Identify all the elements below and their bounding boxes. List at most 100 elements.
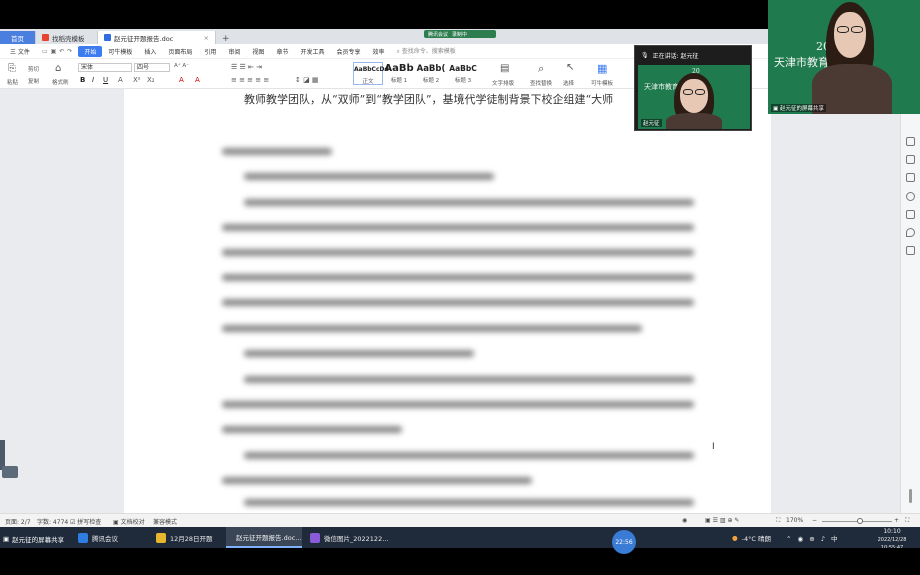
view-mode-icons[interactable]: ▣ ☰ ▥ ⊕ ✎ xyxy=(705,517,739,524)
location-icon[interactable] xyxy=(906,228,915,237)
grow-font-icon[interactable]: A⁺ A⁻ xyxy=(174,63,189,69)
copy-button[interactable]: 复制 xyxy=(28,77,39,85)
proofread-button[interactable]: ▣ 文档校对 xyxy=(113,517,145,526)
save-icon[interactable]: ▭ xyxy=(42,48,48,55)
menu-tab-home[interactable]: 开始 xyxy=(78,45,103,57)
taskbar-item-image[interactable]: 微信图片_2022122... xyxy=(304,527,394,548)
word-count[interactable]: 字数: 4774 xyxy=(37,517,68,526)
blurred-line xyxy=(244,374,891,385)
status-bar: 页面: 2/7 字数: 4774 ☑ 拼写检查 ▣ 文档校对 兼容模式 ◉ ▣ … xyxy=(0,513,920,527)
meeting-status-pill[interactable]: 腾讯会议 录制中 xyxy=(424,30,496,38)
find-replace-button[interactable]: 查找替换 xyxy=(530,79,552,87)
underline-button[interactable]: U xyxy=(103,76,108,84)
spellcheck-toggle[interactable]: ☑ 拼写检查 xyxy=(70,517,101,526)
paste-button[interactable]: 粘贴 xyxy=(7,78,18,86)
meeting-timer-badge[interactable]: 22:56 xyxy=(612,530,636,554)
menu-tab-efficiency[interactable]: 效率 xyxy=(366,47,390,56)
zoom-slider-thumb[interactable] xyxy=(857,518,863,524)
menu-tab-section[interactable]: 章节 xyxy=(270,47,294,56)
system-tray[interactable]: ⌃ ◉ ⊕ ♪ 中 xyxy=(780,527,845,548)
eye-protect-icon[interactable]: ◉ xyxy=(682,517,687,524)
person-face xyxy=(680,79,708,113)
menu-tab-member[interactable]: 会员专享 xyxy=(330,47,366,56)
zoom-out-icon[interactable]: − xyxy=(812,517,817,524)
zoom-in-icon[interactable]: + xyxy=(894,517,899,524)
template-icon[interactable]: ▦ xyxy=(597,62,607,75)
print-icon[interactable]: ▣ xyxy=(51,48,57,55)
weather-text: -4°C 晴朗 xyxy=(741,534,772,543)
help-icon[interactable] xyxy=(906,192,915,201)
font-name-value: 宋体 xyxy=(81,64,94,71)
tab-template-label: 找稻壳模板 xyxy=(52,34,85,43)
style-heading-1[interactable]: AaBb 标题 1 xyxy=(384,62,414,85)
line-spacing-icon[interactable]: ↕ ◪ ▦ xyxy=(295,76,319,84)
taskbar-item-folder[interactable]: 12月28日开题 xyxy=(150,527,219,548)
fit-page-icon[interactable]: ⛶ xyxy=(776,517,780,525)
text-layout-icon[interactable]: ▤ xyxy=(500,63,509,74)
italic-button[interactable]: I xyxy=(92,76,94,84)
font-name-select[interactable]: 宋体 xyxy=(78,63,132,72)
align-icons[interactable]: ≡ ≡ ≡ ≡ ≡ xyxy=(231,76,269,84)
menu-tab-review[interactable]: 审阅 xyxy=(222,47,246,56)
format-painter-button[interactable]: 格式刷 xyxy=(52,78,69,86)
page-count[interactable]: 页面: 2/7 xyxy=(5,517,31,526)
redo-icon[interactable]: ↷ xyxy=(67,48,72,55)
weather-sun-icon: ● xyxy=(732,533,738,542)
tab-template[interactable]: 找稻壳模板 xyxy=(36,31,98,44)
meeting-app-icon xyxy=(78,532,88,543)
zoom-level[interactable]: 170% xyxy=(786,517,803,524)
fullscreen-icon[interactable]: ⛶ xyxy=(905,517,909,525)
format-painter-icon[interactable]: ⌂ xyxy=(55,63,61,74)
style-heading-1-preview: AaBb xyxy=(384,63,414,74)
tab-home[interactable]: 首页 xyxy=(0,31,36,44)
menu-tab-references[interactable]: 引用 xyxy=(198,47,222,56)
document-canvas: 教师教学团队，从“双师”到“教学团队”，基境代学徒制背景下校企组建“大师 I xyxy=(0,89,920,513)
screen-share-status[interactable]: ▣ 赵元征的屏幕共享 xyxy=(0,533,78,545)
menu-tab-insert[interactable]: 插入 xyxy=(138,47,162,56)
close-tab-icon[interactable]: × xyxy=(204,34,209,42)
style-normal-label: 正文 xyxy=(362,79,374,85)
style-heading-2[interactable]: AaBb(标题 2 xyxy=(416,62,446,85)
paste-icon[interactable]: ⎘ xyxy=(8,63,16,74)
document-page[interactable]: 教师教学团队，从“双师”到“教学团队”，基境代学徒制背景下校企组建“大师 I xyxy=(124,89,771,513)
vertical-scrollbar[interactable] xyxy=(909,489,912,503)
highlight-icon[interactable]: A xyxy=(179,76,184,84)
meeting-app-label: 腾讯会议 xyxy=(428,31,449,38)
subscript-button[interactable]: X₂ xyxy=(147,76,155,84)
presenter-video[interactable]: 20 天津市教育规划课题 开 ▣ 赵元征的屏幕共享 xyxy=(768,0,920,114)
menu-tab-view[interactable]: 视图 xyxy=(246,47,270,56)
superscript-button[interactable]: X² xyxy=(133,76,141,84)
pen-icon[interactable] xyxy=(906,137,915,146)
keniu-template-button[interactable]: 可牛模板 xyxy=(591,79,613,87)
text-color-icon[interactable]: A xyxy=(195,76,200,84)
bullet-list-icon[interactable]: ☰ ☰ ⇤ ⇥ xyxy=(231,63,262,71)
font-size-select[interactable]: 四号 xyxy=(134,63,170,72)
command-search[interactable]: ⌕ 查找命令、搜索模板 xyxy=(391,46,462,56)
text-layout-button[interactable]: 文字排版 xyxy=(492,79,514,87)
select-button[interactable]: 选择 xyxy=(563,79,574,87)
menu-tab-developer[interactable]: 开发工具 xyxy=(294,47,330,56)
bookmark-icon[interactable] xyxy=(906,246,915,255)
speaker-video-panel[interactable]: 🎙 正在讲话: 赵元征 20 天津市教育规划课题 赵元征 xyxy=(634,45,752,131)
taskbar-item-meeting[interactable]: 腾讯会议 xyxy=(72,527,124,548)
share-icon[interactable] xyxy=(906,210,915,219)
style-normal[interactable]: AaBbCcDd 正文 xyxy=(353,62,389,85)
font-color-button[interactable]: A xyxy=(118,76,123,84)
add-tab-icon[interactable]: + xyxy=(216,34,236,44)
taskbar-item-wps-doc[interactable]: 赵元征开题报告.doc... xyxy=(226,527,302,548)
menu-tab-keniu-template[interactable]: 可牛模板 xyxy=(102,47,138,56)
select-icon[interactable]: ↖ xyxy=(566,62,574,73)
find-replace-icon[interactable]: ⌕ xyxy=(538,62,544,76)
left-panel-expand-button[interactable] xyxy=(2,466,18,478)
style-heading-3[interactable]: AaBbC 标题 3 xyxy=(448,62,478,85)
menu-tab-page-layout[interactable]: 页面布局 xyxy=(162,47,198,56)
menu-file[interactable]: 三 文件 xyxy=(4,47,36,56)
pointer-icon[interactable] xyxy=(906,155,915,164)
style-normal-preview: AaBbCcDd xyxy=(354,66,389,73)
bold-button[interactable]: B xyxy=(80,76,85,84)
undo-icon[interactable]: ↶ xyxy=(59,48,64,55)
cut-button[interactable]: 剪切 xyxy=(28,65,39,73)
adjust-icon[interactable] xyxy=(906,173,915,182)
tab-document[interactable]: 赵元征开题报告.doc × xyxy=(98,31,216,44)
weather-widget[interactable]: ● -4°C 晴朗 xyxy=(726,527,777,548)
